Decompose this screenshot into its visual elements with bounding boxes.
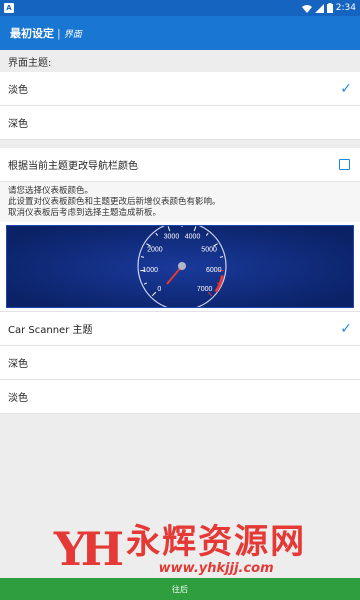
gauge-tick-label: 1000 xyxy=(142,267,158,274)
theme-option-light[interactable]: 淡色 ✓ xyxy=(0,72,360,106)
wifi-icon xyxy=(301,4,312,13)
option-label: Car Scanner 主题 xyxy=(8,325,93,336)
dash-option-car-scanner[interactable]: Car Scanner 主题 ✓ xyxy=(0,312,360,346)
option-label: 根据当前主题更改导航栏颜色 xyxy=(8,161,138,172)
next-button-label: 往后 xyxy=(172,584,188,594)
dashboard-note: 请您选择仪表板颜色。 此设置对仪表板颜色和主题更改后新增仪表颜色有影响。 取消仪… xyxy=(0,182,360,222)
note-line: 取消仪表板后考虑到选择主题造成新板。 xyxy=(8,208,162,218)
gauge-tick-label: 2000 xyxy=(147,246,163,253)
page-subtitle: 界面 xyxy=(63,29,82,40)
signal-icon xyxy=(314,3,324,13)
watermark-text: 永辉资源网 xyxy=(126,521,307,562)
page-title: 最初设定 xyxy=(10,27,54,40)
app-bar: 最初设定 | 界面 xyxy=(0,16,360,50)
checkmark-icon: ✓ xyxy=(340,320,352,337)
rpm-gauge: 0 1000 2000 3000 4000 5000 6000 7000 xyxy=(7,226,353,307)
battery-icon xyxy=(326,3,333,13)
clock: 2:34 xyxy=(335,3,356,13)
gauge-tick-label: 0 xyxy=(157,286,161,293)
navbar-color-checkbox[interactable] xyxy=(339,159,350,170)
dashboard-preview-option[interactable]: 0 1000 2000 3000 4000 5000 6000 7000 xyxy=(0,222,360,312)
note-line: 请您选择仪表板颜色。 xyxy=(8,186,94,196)
gauge-tick-label: 7000 xyxy=(197,286,213,293)
status-bar: A 2:34 xyxy=(0,0,360,16)
section-label-theme: 界面主题: xyxy=(0,50,360,72)
theme-option-dark[interactable]: 深色 xyxy=(0,106,360,140)
note-line: 此设置对仪表板颜色和主题更改后新增仪表颜色有影响。 xyxy=(8,197,221,207)
gauge-tick-label: 4000 xyxy=(185,233,201,240)
dash-option-dark[interactable]: 深色 xyxy=(0,346,360,380)
gauge-tick-label: 5000 xyxy=(201,246,217,253)
navbar-color-option[interactable]: 根据当前主题更改导航栏颜色 xyxy=(0,148,360,182)
option-label: 淡色 xyxy=(8,393,28,404)
gauge-tick xyxy=(219,256,224,258)
gauge-hub xyxy=(178,262,186,270)
option-label: 深色 xyxy=(8,119,28,130)
watermark-url: www.yhkjjj.com xyxy=(158,560,274,576)
gauge-tick xyxy=(140,256,145,258)
checkmark-icon: ✓ xyxy=(340,80,352,97)
gauge-tick-label: 3000 xyxy=(164,233,180,240)
gauge-tick-label: 6000 xyxy=(206,267,222,274)
title-separator: | xyxy=(57,26,61,40)
watermark-logo: YH xyxy=(53,522,124,576)
app-notification-icon: A xyxy=(4,3,14,13)
next-button[interactable]: 往后 xyxy=(0,578,360,600)
option-label: 淡色 xyxy=(8,85,28,96)
dash-option-light[interactable]: 淡色 xyxy=(0,380,360,414)
dashboard-preview: 0 1000 2000 3000 4000 5000 6000 7000 xyxy=(6,225,354,308)
option-label: 深色 xyxy=(8,359,28,370)
watermark: YH 永辉资源网 www.yhkjjj.com xyxy=(0,520,360,578)
